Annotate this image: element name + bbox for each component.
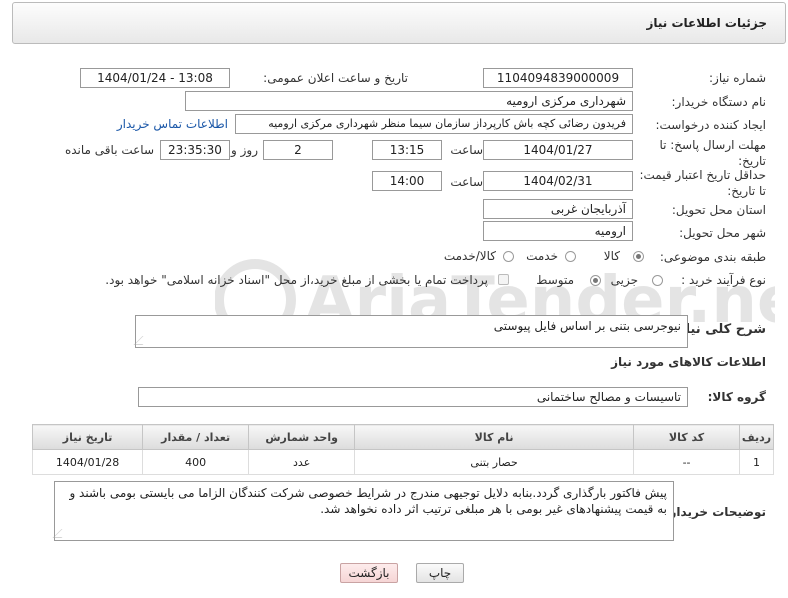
process-minor-radio[interactable] [652, 275, 663, 286]
cell-quantity: 400 [142, 449, 250, 475]
category-goods-service-label: کالا/خدمت [443, 249, 496, 263]
validity-time-field: 14:00 [372, 171, 442, 191]
validity-date-field: 1404/02/31 [483, 171, 633, 191]
days-remaining-field: 2 [263, 140, 333, 160]
page-title: جزئیات اطلاعات نیاز [646, 16, 767, 30]
process-minor-label: جزیی [610, 273, 638, 287]
category-service-radio[interactable] [565, 251, 576, 262]
process-medium-radio[interactable] [590, 275, 601, 286]
deadline-date-field: 1404/01/27 [483, 140, 633, 160]
buyer-notes-label: توضیحات خریدار: [664, 505, 766, 519]
cell-row-number: 1 [739, 449, 774, 475]
resize-grip[interactable] [52, 529, 71, 538]
goods-section-title: اطلاعات کالاهای مورد نیاز [611, 355, 766, 369]
print-button[interactable]: چاپ [416, 563, 464, 583]
resize-grip[interactable] [133, 336, 152, 345]
remaining-time-label: ساعت باقی مانده [64, 143, 154, 157]
need-number-field: 1104094839000009 [483, 68, 633, 88]
col-header-row-number: ردیف [739, 424, 774, 450]
need-number-label: شماره نیاز: [709, 71, 766, 85]
goods-group-label: گروه کالا: [707, 390, 766, 404]
buyer-notes-textarea: پیش فاکتور بارگذاری گردد.بنابه دلایل توج… [52, 481, 674, 541]
buyer-org-label: نام دستگاه خریدار: [671, 95, 767, 109]
col-header-item-name: نام کالا [354, 424, 635, 450]
province-field: آذربایجان غربی [483, 199, 633, 219]
header-bar: جزئیات اطلاعات نیاز [12, 2, 786, 44]
days-label: روز و [231, 143, 258, 157]
back-button[interactable]: بازگشت [340, 563, 398, 583]
remaining-time-field: 23:35:30 [160, 140, 230, 160]
process-type-label: نوع فرآیند خرید : [681, 273, 766, 287]
validity-time-label: ساعت [450, 175, 483, 189]
buyer-contact-link[interactable]: اطلاعات تماس خریدار [117, 117, 228, 131]
deadline-time-label: ساعت [450, 143, 483, 157]
city-label: شهر محل تحویل: [679, 226, 766, 240]
deadline-label: مهلت ارسال پاسخ: تا تاریخ: [659, 138, 766, 168]
goods-table: ردیف کد کالا نام کالا واحد شمارش تعداد /… [31, 424, 774, 475]
buyer-notes-text: پیش فاکتور بارگذاری گردد.بنابه دلایل توج… [69, 486, 667, 516]
cell-item-code: -- [633, 449, 741, 475]
creator-field: فریدون رضائی کچه باش کارپرداز سازمان سیم… [235, 114, 633, 134]
city-field: ارومیه [483, 221, 633, 241]
description-text: نیوجرسی بتنی بر اساس فایل پیوستی [493, 319, 681, 333]
treasury-payment-note: پرداخت تمام یا بخشی از مبلغ خرید،از محل … [105, 273, 488, 287]
category-goods-service-radio[interactable] [503, 251, 514, 262]
creator-label: ایجاد کننده درخواست: [655, 118, 766, 132]
col-header-unit: واحد شمارش [248, 424, 356, 450]
announce-datetime-field: 1404/01/24 - 13:08 [80, 68, 230, 88]
category-label: طبقه بندی موضوعی: [659, 250, 766, 264]
cell-unit: عدد [248, 449, 356, 475]
category-service-label: خدمت [526, 249, 558, 263]
col-header-item-code: کد کالا [633, 424, 741, 450]
announce-label: تاریخ و ساعت اعلان عمومی: [263, 71, 408, 85]
description-textarea: نیوجرسی بتنی بر اساس فایل پیوستی [133, 315, 688, 348]
table-row: 1 -- حصار بتنی عدد 400 1404/01/28 [31, 449, 774, 475]
province-label: استان محل تحویل: [671, 203, 766, 217]
price-validity-label: حداقل تاریخ اعتبار قیمت: تا تاریخ: [639, 168, 766, 198]
goods-group-field: تاسیسات و مصالح ساختمانی [138, 387, 688, 407]
cell-item-name: حصار بتنی [354, 449, 635, 475]
table-header-row: ردیف کد کالا نام کالا واحد شمارش تعداد /… [31, 424, 774, 450]
col-header-need-date: تاریخ نیاز [31, 424, 144, 450]
buyer-org-field: شهرداری مرکزی ارومیه [185, 91, 633, 111]
process-medium-label: متوسط [536, 273, 574, 287]
col-header-quantity: تعداد / مقدار [142, 424, 250, 450]
cell-need-date: 1404/01/28 [31, 449, 144, 475]
category-goods-radio[interactable] [633, 251, 644, 262]
treasury-payment-checkbox[interactable] [498, 274, 509, 285]
deadline-time-field: 13:15 [372, 140, 442, 160]
category-goods-label: کالا [603, 249, 620, 263]
